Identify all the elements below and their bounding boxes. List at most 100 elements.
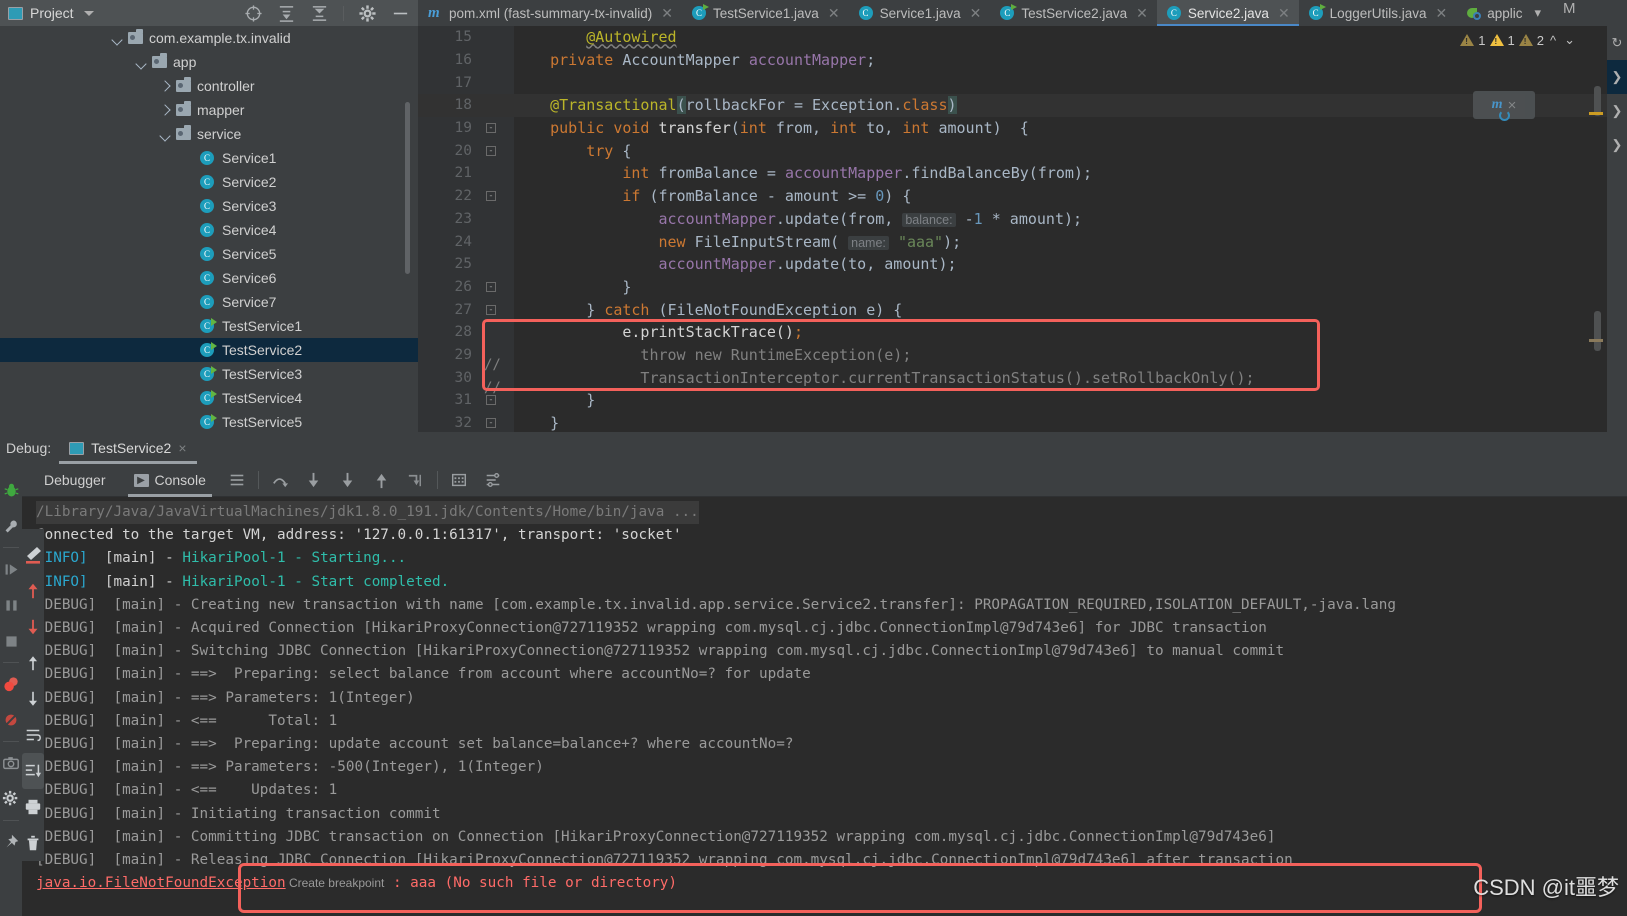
tree-item-testservice5[interactable]: C TestService5: [0, 410, 418, 432]
line-number[interactable]: 23: [418, 211, 478, 227]
line-number[interactable]: 28: [418, 324, 478, 340]
code-text[interactable]: accountMapper.update(from, balance: -1 *…: [514, 210, 1627, 228]
close-tab-icon[interactable]: ✕: [970, 5, 982, 22]
fold-toggle-icon[interactable]: -: [486, 304, 496, 315]
line-number[interactable]: 32: [418, 415, 478, 431]
step-out-icon[interactable]: [365, 464, 399, 497]
down-red-arrow-icon[interactable]: [22, 609, 44, 645]
fold-toggle-icon[interactable]: -: [486, 281, 496, 292]
close-icon[interactable]: ×: [1508, 97, 1517, 114]
close-tab-icon[interactable]: ✕: [1278, 5, 1290, 22]
line-number[interactable]: 29: [418, 347, 478, 363]
close-tab-icon[interactable]: ✕: [661, 5, 673, 22]
code-line[interactable]: 17: [418, 71, 1627, 94]
rail-gradle-panel[interactable]: ❯: [1607, 128, 1627, 162]
line-number[interactable]: 22: [418, 188, 478, 204]
close-tab-icon[interactable]: ✕: [828, 5, 840, 22]
code-line[interactable]: 23 accountMapper.update(from, balance: -…: [418, 208, 1627, 231]
line-number[interactable]: 18: [418, 97, 478, 113]
console-line[interactable]: [DEBUG] [main] - ==> Preparing: update a…: [36, 733, 1627, 756]
code-content[interactable]: 15 @Autowired 16 private AccountMapper ac…: [418, 26, 1627, 432]
warning-marker[interactable]: [1589, 112, 1603, 115]
code-line[interactable]: 21 int fromBalance = accountMapper.findB…: [418, 162, 1627, 185]
code-text[interactable]: }: [514, 414, 1627, 432]
editor-tab-service1[interactable]: C Service1.java ✕: [849, 0, 991, 26]
console-line[interactable]: /Library/Java/JavaVirtualMachines/jdk1.8…: [36, 501, 1627, 525]
up-red-arrow-icon[interactable]: [22, 573, 44, 609]
maven-reload-popup[interactable]: m ×: [1473, 91, 1535, 121]
code-line[interactable]: 16 private AccountMapper accountMapper;: [418, 49, 1627, 72]
trash-icon[interactable]: [22, 825, 44, 861]
tree-item-testservice1[interactable]: C TestService1: [0, 314, 418, 338]
screenshot-icon[interactable]: [0, 745, 22, 781]
todo-marker[interactable]: [1589, 339, 1603, 342]
line-number[interactable]: 30: [418, 370, 478, 386]
chevron-down-icon[interactable]: [83, 10, 94, 16]
pin-icon[interactable]: [0, 824, 22, 860]
fold-toggle-icon[interactable]: -: [486, 395, 496, 406]
console-line[interactable]: java.io.FileNotFoundException Create bre…: [36, 872, 1627, 895]
chevron-right-icon[interactable]: [160, 105, 171, 116]
editor-tab-application-yml[interactable]: applic ▾: [1456, 0, 1556, 26]
soft-wrap-toggle-icon[interactable]: [22, 717, 44, 753]
console-output[interactable]: /Library/Java/JavaVirtualMachines/jdk1.8…: [22, 497, 1627, 916]
console-line[interactable]: [DEBUG] [main] - <== Total: 1: [36, 710, 1627, 733]
tree-item-app[interactable]: app: [0, 50, 418, 74]
console-line[interactable]: [DEBUG] [main] - Acquired Connection [Hi…: [36, 617, 1627, 640]
close-session-icon[interactable]: ×: [178, 440, 186, 456]
code-line[interactable]: 26- }: [418, 276, 1627, 299]
code-text[interactable]: } catch (FileNotFoundException e) {: [514, 301, 1627, 319]
code-text[interactable]: private AccountMapper accountMapper;: [514, 51, 1627, 69]
fold-toggle-icon[interactable]: -: [486, 418, 496, 429]
console-line[interactable]: [DEBUG] [main] - Releasing JDBC Connecti…: [36, 849, 1627, 872]
expand-all-icon[interactable]: [277, 4, 296, 23]
maven-reload-icon[interactable]: m: [1492, 97, 1510, 121]
tree-item-service7[interactable]: C Service7: [0, 290, 418, 314]
chevron-down-icon[interactable]: [160, 129, 171, 140]
tree-item-com-example-tx-invalid[interactable]: com.example.tx.invalid: [0, 26, 418, 50]
settings-gear-icon[interactable]: [0, 781, 22, 817]
locate-icon[interactable]: [244, 4, 263, 23]
mute-breakpoints-icon[interactable]: [0, 702, 22, 738]
step-over-icon[interactable]: [263, 464, 297, 497]
code-text[interactable]: public void transfer(int from, int to, i…: [514, 119, 1627, 137]
line-number[interactable]: 15: [418, 29, 478, 45]
code-text[interactable]: TransactionInterceptor.currentTransactio…: [514, 369, 1627, 387]
code-line[interactable]: 25 accountMapper.update(to, amount);: [418, 253, 1627, 276]
line-number[interactable]: 24: [418, 234, 478, 250]
rail-database-panel[interactable]: ❯: [1607, 94, 1627, 128]
code-line[interactable]: 22- if (fromBalance - amount >= 0) {: [418, 185, 1627, 208]
down-arrow-icon[interactable]: [22, 681, 44, 717]
code-line[interactable]: 28 e.printStackTrace();: [418, 321, 1627, 344]
tree-item-service[interactable]: service: [0, 122, 418, 146]
tree-item-service6[interactable]: C Service6: [0, 266, 418, 290]
code-line[interactable]: 32- }: [418, 412, 1627, 432]
code-editor[interactable]: 15 @Autowired 16 private AccountMapper ac…: [418, 26, 1627, 432]
collapse-all-icon[interactable]: [310, 4, 329, 23]
code-line[interactable]: 29// throw new RuntimeException(e);: [418, 344, 1627, 373]
code-text[interactable]: try {: [514, 142, 1627, 160]
code-line[interactable]: 19- public void transfer(int from, int t…: [418, 117, 1627, 140]
run-to-cursor-icon[interactable]: [399, 464, 433, 497]
rail-reload-icon[interactable]: ↻: [1607, 26, 1627, 60]
editor-tab-testservice1[interactable]: C TestService1.java ✕: [682, 0, 849, 26]
tree-item-service3[interactable]: C Service3: [0, 194, 418, 218]
editor-tab-testservice2[interactable]: C TestService2.java ✕: [990, 0, 1157, 26]
view-breakpoints-icon[interactable]: [0, 666, 22, 702]
resume-program-icon[interactable]: [0, 551, 22, 587]
console-line[interactable]: [DEBUG] [main] - Committing JDBC transac…: [36, 826, 1627, 849]
line-number[interactable]: 20: [418, 143, 478, 159]
chevron-right-icon[interactable]: [160, 81, 171, 92]
stop-program-icon[interactable]: [0, 623, 22, 659]
console-line[interactable]: [DEBUG] [main] - Switching JDBC Connecti…: [36, 640, 1627, 663]
console-line[interactable]: [DEBUG] [main] - ==> Preparing: select b…: [36, 663, 1627, 686]
fold-toggle-icon[interactable]: -: [486, 191, 496, 202]
code-text[interactable]: int fromBalance = accountMapper.findBala…: [514, 164, 1627, 182]
line-number[interactable]: 31: [418, 392, 478, 408]
print-icon[interactable]: [22, 789, 44, 825]
chevron-up-icon[interactable]: ^: [1548, 33, 1558, 48]
tree-item-service2[interactable]: C Service2: [0, 170, 418, 194]
settings-icon[interactable]: [476, 464, 510, 497]
project-tree-panel[interactable]: com.example.tx.invalid app controller mappe…: [0, 26, 418, 432]
code-text[interactable]: accountMapper.update(to, amount);: [514, 255, 1627, 273]
